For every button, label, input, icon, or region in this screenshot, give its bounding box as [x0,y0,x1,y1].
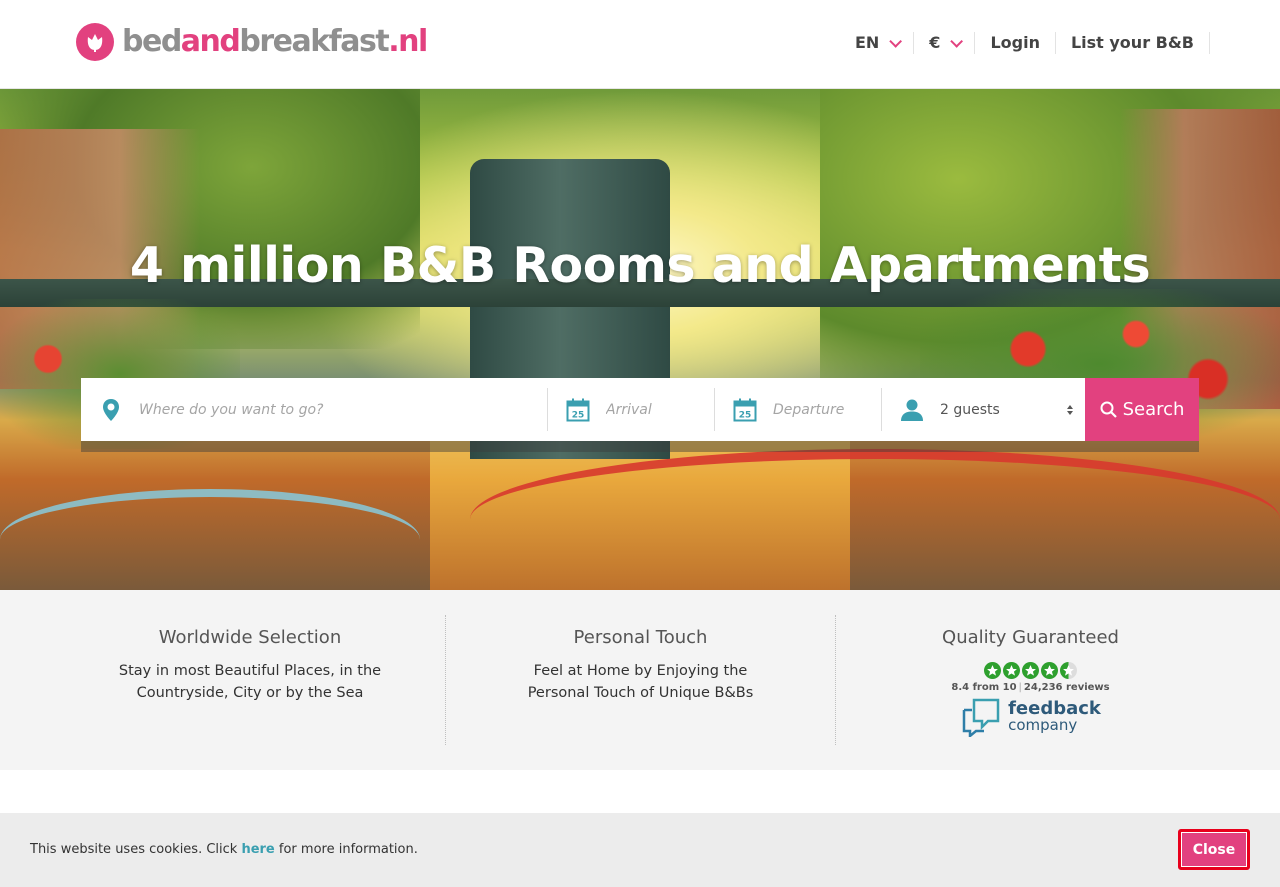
hero-image-red-bike [470,449,1280,590]
guests-select[interactable]: 2 guests [882,378,1085,441]
search-button-label: Search [1122,399,1185,420]
speech-bubbles-icon [962,698,1000,737]
feedback-company-line2: company [1008,716,1078,734]
site-logo[interactable]: bedandbreakfast.nl [76,22,428,62]
site-header: bedandbreakfast.nl EN € Login List your … [0,0,1280,89]
calendar-icon: 25 [731,396,759,424]
feature-worldwide-selection: Worldwide Selection Stay in most Beautif… [55,615,445,745]
star-icon [1022,662,1039,679]
chevron-down-icon [950,34,964,48]
calendar-day-text: 25 [739,410,752,420]
features-section: Worldwide Selection Stay in most Beautif… [0,590,1280,770]
rating-score: 8.4 from 10 [951,682,1017,693]
arrival-input[interactable] [606,401,715,418]
cookie-banner: This website uses cookies. Click here fo… [0,813,1280,887]
list-your-bnb-link[interactable]: List your B&B [1056,32,1210,54]
hero-title: 4 million B&B Rooms and Apartments [129,237,1151,294]
departure-field[interactable]: 25 [715,378,882,441]
guests-value: 2 guests [940,401,1000,418]
star-icon [1041,662,1058,679]
cookie-message: This website uses cookies. Click here fo… [30,842,418,857]
feature-title: Personal Touch [573,627,708,648]
chevron-down-icon [889,34,903,48]
cookie-close-button[interactable]: Close [1178,829,1250,870]
rating-summary: 8.4 from 10 | 24,236 reviews [836,682,1225,693]
logo-part-breakfast: breakfast [239,24,389,59]
feature-title: Quality Guaranteed [942,627,1119,648]
rating-reviews: 24,236 reviews [1023,682,1110,693]
person-icon [898,396,926,424]
feedback-company-wordmark: feedback company [1008,700,1101,734]
cookie-text-after: for more information. [274,842,418,857]
login-link[interactable]: Login [975,32,1056,54]
half-star-icon [1060,662,1077,679]
calendar-icon: 25 [564,396,592,424]
top-nav: EN € Login List your B&B [840,28,1210,58]
search-form: 25 25 2 guests Search [81,378,1199,441]
logo-part-bed: bed [122,24,182,59]
feature-quality-guaranteed: Quality Guaranteed 8.4 from 10 | 24,236 re… [835,615,1225,745]
star-icon [1003,662,1020,679]
departure-input[interactable] [773,401,882,418]
currency-selector[interactable]: € [914,32,976,54]
tulip-icon [76,23,114,61]
page-spacer [0,770,1280,813]
feedback-company-line1: feedback [1008,698,1101,719]
language-label: EN [854,33,880,52]
cookie-text-before: This website uses cookies. Click [30,842,242,857]
rating-divider: | [1018,682,1022,693]
search-panel: 25 25 2 guests Search [81,378,1199,452]
destination-field[interactable] [81,378,548,441]
hero-banner: 4 million B&B Rooms and Apartments 25 25 [0,89,1280,590]
hero-image-blue-bike [0,489,420,590]
feedback-company-badge[interactable]: feedback company [836,697,1225,737]
arrival-field[interactable]: 25 [548,378,715,441]
feature-text: Feel at Home by Enjoying the Personal To… [527,663,754,701]
currency-label: € [929,33,941,52]
search-icon [1100,401,1117,418]
cookie-info-link[interactable]: here [241,842,274,857]
logo-part-nl: .nl [388,24,428,59]
language-selector[interactable]: EN [840,32,915,54]
logo-part-and: and [180,24,241,59]
feature-text: Stay in most Beautiful Places, in the Co… [118,663,382,701]
search-button[interactable]: Search [1085,378,1199,441]
calendar-day-text: 25 [572,410,585,420]
logo-wordmark: bedandbreakfast.nl [122,23,428,61]
feature-personal-touch: Personal Touch Feel at Home by Enjoying … [445,615,835,745]
star-icon [984,662,1001,679]
select-arrows-icon [1065,404,1075,415]
feature-title: Worldwide Selection [158,627,342,648]
destination-input[interactable] [139,401,548,418]
rating-stars [836,662,1225,679]
map-pin-icon [97,396,125,424]
